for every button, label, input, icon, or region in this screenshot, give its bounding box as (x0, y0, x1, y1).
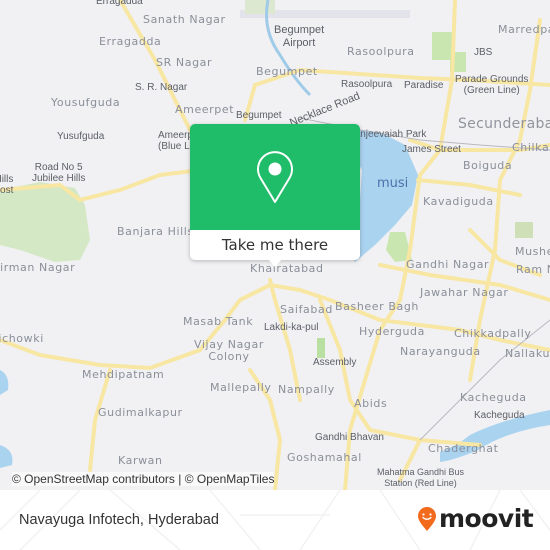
label-karwan: Karwan (118, 454, 163, 467)
moovit-wordmark: moovit (439, 504, 534, 533)
label-gudimalkapur: Gudimalkapur (98, 406, 183, 419)
airport-grass (245, 0, 275, 14)
label-jubilee-checkpost: Jubilee Hills Checkpost (0, 174, 14, 196)
take-me-there-button[interactable]: Take me there (190, 230, 360, 260)
label-ameerpet: Ameerpet (175, 103, 235, 116)
moovit-pin-smile-icon (418, 506, 436, 531)
moovit-logo[interactable]: moovit (417, 504, 534, 533)
label-james-street: James Street (402, 144, 461, 155)
label-goshamahal: Goshamahal (287, 451, 362, 464)
label-mallepally: Mallepally (210, 381, 272, 394)
park-assembly (317, 338, 325, 358)
label-gandhi-bhavan: Gandhi Bhavan (315, 432, 384, 443)
label-saifabad: Saifabad (280, 303, 333, 316)
label-narayanguda: Narayanguda (400, 345, 481, 358)
popup-pointer (268, 259, 282, 267)
destination-popup[interactable]: Take me there (190, 124, 360, 267)
label-ram-nagar: Ram Nagar (516, 263, 550, 276)
water-southwest (0, 445, 13, 468)
label-paradise: Paradise (404, 80, 444, 91)
label-tolichowki: Tolichowki (0, 332, 44, 345)
place-name: Navayuga Infotech, Hyderabad (19, 512, 219, 528)
label-road-no5: Road No 5 Jubilee Hills (32, 162, 86, 184)
label-mehdipatnam: Mehdipatnam (82, 368, 165, 381)
park-musheerabad (515, 222, 533, 238)
map-pin-icon (257, 151, 293, 203)
label-musheerabad: Musheerabad (515, 245, 550, 258)
label-parade-grounds: Parade Grounds (Green Line) (455, 74, 529, 96)
label-vijay-nagar: Vijay Nagar Colony (194, 338, 264, 363)
label-begumpet-area: Begumpet (256, 65, 318, 78)
label-erragadda-top: Erragadda (96, 0, 143, 7)
label-basheer-bagh: Basheer Bagh (335, 300, 419, 313)
map-view[interactable]: Erragadda Sanath Nagar Begumpet Airport … (0, 0, 550, 490)
label-nampally: Nampally (278, 383, 335, 396)
label-jbs: JBS (474, 47, 493, 58)
label-begumpet-poi: Begumpet (236, 110, 282, 121)
label-kacheguda-poi: Kacheguda (474, 410, 525, 421)
label-musi: musi (377, 176, 409, 191)
footer-bar: Navayuga Infotech, Hyderabad moovit (0, 490, 550, 550)
label-banjara-hills: Banjara Hills (117, 225, 194, 238)
label-jawahar-nagar: Jawahar Nagar (420, 286, 509, 299)
label-masab-tank: Masab Tank (183, 315, 254, 328)
label-chilkalguda: Chilkalguda (512, 141, 550, 154)
label-yusufguda-poi: Yusufguda (57, 131, 105, 142)
park-kbr (0, 182, 90, 262)
water-west (0, 370, 9, 395)
label-s-r-nagar-poi: S. R. Nagar (135, 82, 188, 93)
label-sanath-nagar: Sanath Nagar (143, 13, 226, 26)
label-sr-nagar: SR Nagar (156, 56, 213, 69)
label-erragadda: Erragadda (99, 35, 162, 48)
label-yousufguda: Yousufguda (51, 96, 121, 109)
label-boiguda: Boiguda (463, 159, 513, 172)
label-marredpally: Marredpally (498, 23, 550, 36)
label-rasoolpura-area: Rasoolpura (347, 45, 415, 58)
label-kavadiguda: Kavadiguda (423, 195, 494, 208)
popup-header (190, 124, 360, 230)
label-abids: Abids (354, 397, 388, 410)
label-hyderguda: Hyderguda (359, 325, 425, 338)
label-assembly: Assembly (313, 357, 357, 368)
map-attribution[interactable]: © OpenStreetMap contributors | © OpenMap… (12, 472, 275, 486)
label-lakdi-ka-pul: Lakdi-ka-pul (264, 322, 319, 333)
label-mgbs: Mahatma Gandhi Bus Station (Red Line) (377, 467, 465, 488)
label-chaderghat: Chaderghat (428, 442, 499, 455)
label-gandhi-nagar: Gandhi Nagar (406, 258, 490, 271)
label-kacheguda-area: Kacheguda (460, 391, 527, 404)
label-airman-nagar: Airman Nagar (0, 261, 76, 274)
label-secunderabad: Secunderabad (458, 116, 550, 132)
label-nallakunta: Nallakunta (505, 347, 550, 360)
label-chikkadpally: Chikkadpally (454, 327, 532, 340)
label-rasoolpura-poi: Rasoolpura (341, 79, 393, 90)
label-begumpet-airport: Begumpet Airport (274, 24, 325, 49)
label-khairatabad: Khairatabad (250, 262, 324, 275)
